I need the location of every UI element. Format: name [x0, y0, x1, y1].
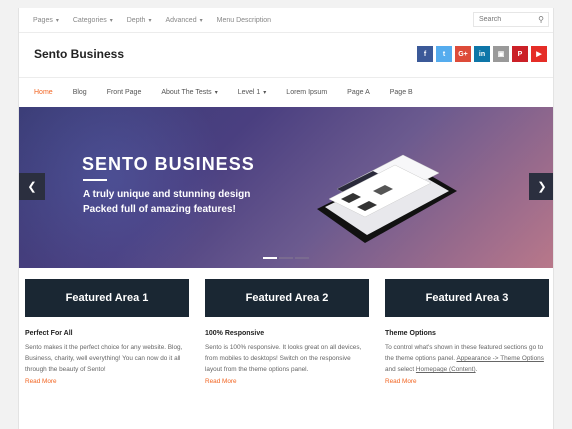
slide-line-2: Packed full of amazing features! [83, 204, 236, 215]
top-menu-categories[interactable]: Categories [73, 17, 113, 24]
top-menu-depth[interactable]: Depth [127, 17, 152, 24]
social-icons: f t G+ in ▣ P ▶ [417, 46, 547, 62]
youtube-icon[interactable]: ▶ [531, 46, 547, 62]
nav-item-page-a[interactable]: Page A [347, 89, 370, 96]
nav-item-about-the-tests[interactable]: About The Tests [161, 89, 217, 96]
top-menu-pages[interactable]: Pages [33, 17, 59, 24]
site-title[interactable]: Sento Business [34, 47, 124, 61]
nav-item-front-page[interactable]: Front Page [107, 89, 142, 96]
pinterest-icon[interactable]: P [512, 46, 528, 62]
featured-area-1: Featured Area 1 Perfect For All Sento ma… [25, 279, 189, 385]
slide-divider [83, 179, 107, 181]
slider-next-button[interactable]: ❯ [529, 173, 553, 200]
featured-areas: Featured Area 1 Perfect For All Sento ma… [25, 279, 549, 385]
site-header: Sento Business f t G+ in ▣ P ▶ [19, 33, 553, 78]
slide-title: SENTO BUSINESS [82, 154, 255, 174]
slide-line-1: A truly unique and stunning design [83, 189, 251, 200]
tablet-image [317, 154, 457, 243]
featured-text-3b: and select [385, 366, 415, 373]
camera-icon[interactable]: ▣ [493, 46, 509, 62]
read-more-link-2[interactable]: Read More [205, 378, 369, 385]
featured-heading-2: 100% Responsive [205, 330, 265, 337]
hero-slider: SENTO BUSINESS A truly unique and stunni… [19, 107, 553, 268]
page: Pages Categories Depth Advanced Menu Des… [18, 8, 554, 429]
featured-text-1: Sento makes it the perfect choice for an… [25, 344, 183, 373]
top-bar: Pages Categories Depth Advanced Menu Des… [19, 8, 553, 33]
facebook-icon[interactable]: f [417, 46, 433, 62]
twitter-icon[interactable]: t [436, 46, 452, 62]
top-menu-advanced[interactable]: Advanced [165, 17, 202, 24]
search-box: ⚲ [473, 12, 549, 27]
linkedin-icon[interactable]: in [474, 46, 490, 62]
nav-item-lorem-ipsum[interactable]: Lorem Ipsum [286, 89, 327, 96]
search-input[interactable] [474, 13, 535, 26]
nav-item-home[interactable]: Home [34, 89, 53, 96]
top-menu-menu-description[interactable]: Menu Description [217, 17, 271, 24]
featured-box-1[interactable]: Featured Area 1 [25, 279, 189, 317]
nav-item-page-b[interactable]: Page B [390, 89, 413, 96]
read-more-link-1[interactable]: Read More [25, 378, 189, 385]
featured-area-2: Featured Area 2 100% Responsive Sento is… [205, 279, 369, 385]
homepage-content-link[interactable]: Homepage (Content) [416, 366, 476, 373]
read-more-link-3[interactable]: Read More [385, 378, 549, 385]
appearance-theme-options-link[interactable]: Appearance -> Theme Options [456, 355, 543, 362]
featured-text-2: Sento is 100% responsive. It looks great… [205, 344, 362, 373]
slider-pagination [263, 257, 309, 259]
slider-dot-1[interactable] [263, 257, 277, 259]
featured-heading-3: Theme Options [385, 330, 436, 337]
search-icon[interactable]: ⚲ [538, 15, 544, 24]
slide-text: A truly unique and stunning design Packe… [83, 187, 250, 217]
slider-prev-button[interactable]: ❮ [19, 173, 45, 200]
featured-box-3[interactable]: Featured Area 3 [385, 279, 549, 317]
featured-box-2[interactable]: Featured Area 2 [205, 279, 369, 317]
main-nav: Home Blog Front Page About The Tests Lev… [19, 78, 553, 108]
top-menu: Pages Categories Depth Advanced Menu Des… [33, 8, 271, 32]
featured-text-3: To control what's shown in these feature… [385, 342, 549, 375]
google-plus-icon[interactable]: G+ [455, 46, 471, 62]
nav-item-blog[interactable]: Blog [73, 89, 87, 96]
featured-area-3: Featured Area 3 Theme Options To control… [385, 279, 549, 385]
slider-dot-3[interactable] [295, 257, 309, 259]
nav-item-level-1[interactable]: Level 1 [238, 89, 267, 96]
featured-heading-1: Perfect For All [25, 330, 73, 337]
slider-dot-2[interactable] [279, 257, 293, 259]
featured-text-3c: . [475, 366, 478, 373]
